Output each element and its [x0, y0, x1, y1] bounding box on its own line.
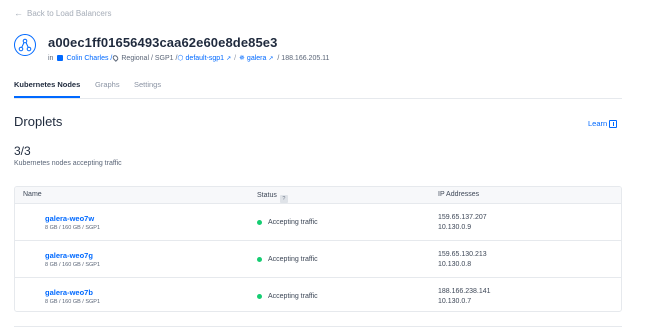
back-link-label: Back to Load Balancers — [27, 8, 112, 18]
resource-meta: in Colin Charles / Regional / SGP1 / ⬡ d… — [48, 54, 329, 62]
tab-kubernetes-nodes[interactable]: Kubernetes Nodes — [14, 80, 81, 98]
arrow-left-icon: ← — [14, 8, 23, 18]
public-ip: 159.65.137.207 — [438, 214, 487, 221]
private-ip: 10.130.0.9 — [438, 224, 472, 231]
team-icon — [57, 55, 64, 61]
divider — [14, 326, 622, 327]
status-text: Accepting traffic — [268, 219, 318, 226]
droplet-status: Accepting traffic — [257, 256, 318, 263]
droplet-status: Accepting traffic — [257, 293, 318, 300]
status-dot-icon — [257, 257, 262, 262]
column-status: Status? — [257, 191, 288, 203]
nodes-count: 3/3 — [14, 144, 31, 158]
table-row: galera-weo7w 8 GB / 160 GB / SGP1 Accept… — [15, 204, 621, 241]
vpc-icon: ⬡ — [177, 55, 184, 62]
tab-bar: Kubernetes Nodes Graphs Settings — [14, 80, 622, 99]
external-link-icon[interactable]: ↗ — [268, 55, 273, 62]
cluster-link[interactable]: galera — [247, 55, 266, 62]
droplet-name-link[interactable]: galera-weo7b — [45, 288, 93, 297]
nodes-count-label: Kubernetes nodes accepting traffic — [14, 160, 122, 167]
private-ip: 10.130.0.8 — [438, 261, 472, 268]
droplet-name-link[interactable]: galera-weo7g — [45, 251, 93, 260]
learn-link[interactable]: Learn — [588, 119, 618, 128]
help-icon[interactable]: ? — [279, 195, 288, 203]
location-pin-icon — [111, 54, 120, 62]
tab-settings[interactable]: Settings — [134, 80, 161, 89]
status-text: Accepting traffic — [268, 256, 318, 263]
table-header: Name Status? IP Addresses — [15, 187, 621, 204]
tab-graphs[interactable]: Graphs — [95, 80, 120, 89]
book-icon — [609, 119, 618, 128]
region-text: Regional / SGP1 / — [121, 54, 178, 62]
column-ip-addresses: IP Addresses — [438, 191, 480, 198]
kubernetes-icon: ✵ — [239, 55, 245, 62]
in-label: in — [48, 54, 54, 62]
vpc-link[interactable]: default-sgp1 — [186, 55, 225, 62]
learn-label: Learn — [588, 119, 608, 128]
status-dot-icon — [257, 220, 262, 225]
ip-address-text: / 188.166.205.11 — [277, 54, 330, 62]
separator: / — [234, 54, 237, 62]
droplet-spec: 8 GB / 160 GB / SGP1 — [45, 262, 101, 268]
droplet-status: Accepting traffic — [257, 219, 318, 226]
load-balancer-icon — [14, 34, 36, 56]
droplet-name-link[interactable]: galera-weo7w — [45, 214, 94, 223]
back-to-load-balancers-link[interactable]: ← Back to Load Balancers — [14, 8, 112, 18]
page-title: a00ec1ff01656493caa62e60e8de85e3 — [48, 35, 278, 50]
public-ip: 159.65.130.213 — [438, 251, 487, 258]
section-title: Droplets — [14, 114, 63, 129]
external-link-icon[interactable]: ↗ — [226, 55, 231, 62]
status-text: Accepting traffic — [268, 293, 318, 300]
column-status-label: Status — [257, 191, 277, 199]
owner-link[interactable]: Colin Charles / — [66, 55, 112, 62]
public-ip: 188.166.238.141 — [438, 288, 491, 295]
droplets-table: Name Status? IP Addresses galera-weo7w 8… — [14, 186, 622, 312]
private-ip: 10.130.0.7 — [438, 298, 472, 305]
table-row: galera-weo7g 8 GB / 160 GB / SGP1 Accept… — [15, 241, 621, 278]
droplet-spec: 8 GB / 160 GB / SGP1 — [45, 299, 101, 305]
status-dot-icon — [257, 294, 262, 299]
column-name: Name — [23, 191, 42, 198]
droplet-spec: 8 GB / 160 GB / SGP1 — [45, 225, 101, 231]
table-row: galera-weo7b 8 GB / 160 GB / SGP1 Accept… — [15, 278, 621, 311]
